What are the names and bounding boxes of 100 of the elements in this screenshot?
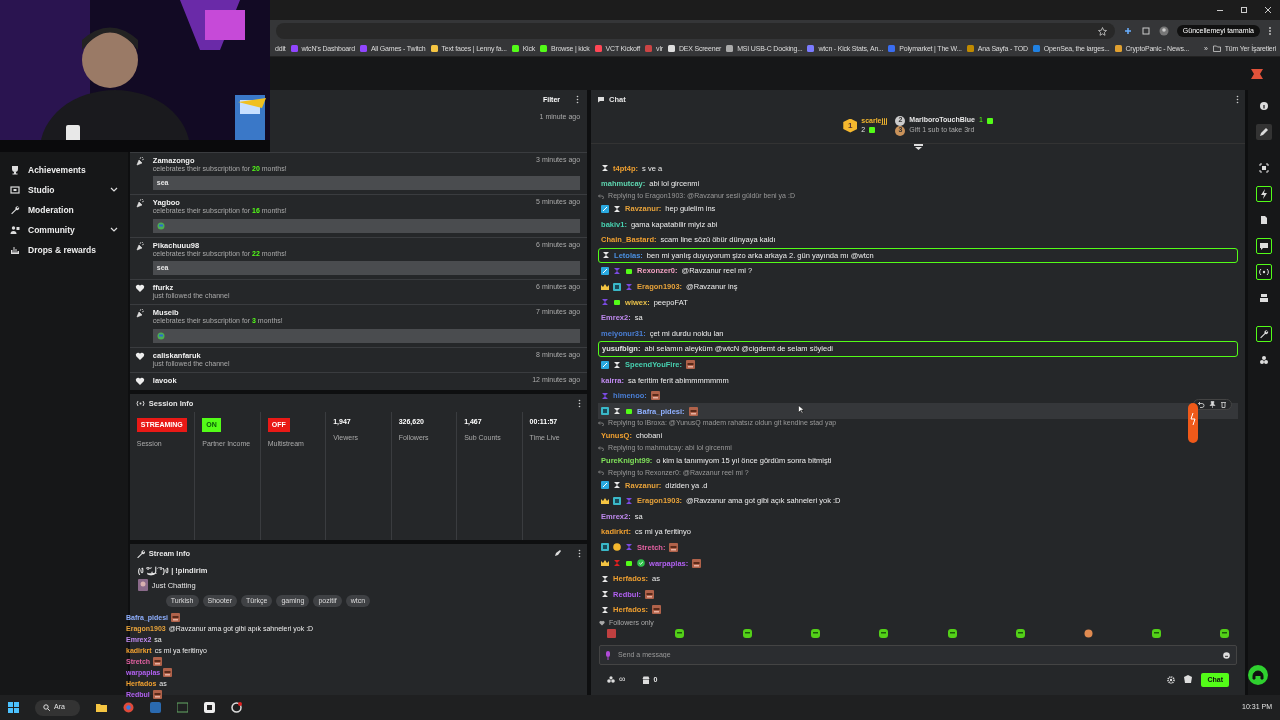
studio-icon <box>10 185 20 195</box>
kebab-icon[interactable] <box>1268 26 1272 36</box>
party-popper-icon <box>134 198 145 209</box>
broadcast-icon[interactable] <box>1256 264 1272 280</box>
bolt-icon[interactable] <box>1256 186 1272 202</box>
terminal-icon[interactable] <box>177 702 188 713</box>
pencil-icon[interactable] <box>554 549 563 557</box>
wrench-icon[interactable] <box>1256 326 1272 342</box>
sidebar-item[interactable]: Moderation <box>0 200 128 220</box>
sidebar-item[interactable]: Achievements <box>0 160 128 180</box>
favicon-icon <box>1114 45 1122 53</box>
favicon-icon <box>594 45 602 53</box>
heart-icon <box>134 283 145 294</box>
favicon-icon <box>807 45 815 53</box>
favicon-icon <box>667 45 675 53</box>
points-button[interactable]: ∞ <box>607 674 626 686</box>
app-icon[interactable] <box>204 702 215 713</box>
gift-icon <box>625 407 634 416</box>
settings-icon[interactable] <box>1167 675 1176 684</box>
avatar-icon[interactable] <box>1158 26 1169 36</box>
sidebar-item[interactable]: Community <box>0 220 128 240</box>
sidebar-item[interactable]: Studio <box>0 180 128 200</box>
party-popper-icon <box>134 308 145 319</box>
emote-icon[interactable] <box>1083 628 1093 638</box>
favicon-icon <box>966 45 974 53</box>
chat-icon <box>597 95 606 103</box>
emote-icon[interactable] <box>743 628 753 638</box>
crown-icon <box>601 496 610 505</box>
emote-icon[interactable] <box>947 628 957 638</box>
emote-icon[interactable] <box>675 628 685 638</box>
reply-icon <box>598 421 605 427</box>
screen-icon[interactable] <box>1256 160 1272 176</box>
folder-icon[interactable] <box>96 702 107 713</box>
heart-icon <box>599 620 606 627</box>
favicon-icon <box>1032 45 1040 53</box>
hourglass-icon <box>613 360 622 369</box>
party-popper-icon <box>134 240 145 251</box>
gift-icon <box>613 298 622 307</box>
favicon-icon <box>726 45 734 53</box>
star-icon[interactable] <box>1097 26 1107 36</box>
wrench-icon <box>135 548 145 558</box>
hourglass-icon <box>601 164 610 173</box>
microphone-icon[interactable] <box>605 650 612 660</box>
capsule-drawing <box>1187 403 1199 443</box>
crown-icon <box>601 282 610 291</box>
emoji-icon[interactable] <box>1223 651 1231 659</box>
favicon-icon <box>888 45 896 53</box>
trophy-icon <box>10 165 20 175</box>
store-icon <box>641 675 650 684</box>
undo-icon[interactable] <box>1198 401 1206 409</box>
browser-icon[interactable] <box>123 702 134 713</box>
folder-icon <box>1212 45 1221 53</box>
emote-icon[interactable] <box>1151 628 1161 638</box>
points-value: ∞ <box>619 674 626 686</box>
maximize-icon[interactable] <box>1240 6 1248 14</box>
diamond-icon <box>601 407 610 416</box>
people-icon <box>10 225 20 235</box>
reply-icon <box>598 193 605 199</box>
hourglass-icon <box>601 298 610 307</box>
app-icon[interactable] <box>231 702 242 713</box>
favicon-icon <box>511 45 519 53</box>
favicon-icon <box>645 45 653 53</box>
extension-icon[interactable] <box>1122 26 1133 36</box>
category-thumbnail-icon <box>137 579 148 591</box>
emote-icon[interactable] <box>1015 628 1025 638</box>
emote-icon[interactable] <box>811 628 821 638</box>
cursor-icon <box>798 405 804 414</box>
drops-icon <box>10 245 20 255</box>
party-popper-icon <box>134 155 145 166</box>
pencil-icon[interactable] <box>1256 124 1272 140</box>
gift-icon <box>625 559 634 568</box>
favicon-icon <box>430 45 438 53</box>
gift-icon <box>625 266 634 275</box>
diamond-icon <box>613 282 622 291</box>
chat-icon[interactable] <box>1256 238 1272 254</box>
reply-icon <box>598 470 605 476</box>
crown-icon <box>601 559 610 568</box>
search-icon <box>43 704 50 711</box>
headset-icon[interactable] <box>1248 665 1268 685</box>
scroll-down-icon[interactable] <box>914 144 924 150</box>
broadcast-icon <box>135 399 145 407</box>
sidebar-item[interactable]: Drops & rewards <box>0 240 128 260</box>
close-icon[interactable] <box>1264 6 1272 14</box>
emote-icon[interactable] <box>1219 628 1229 638</box>
hourglass-icon <box>613 204 622 213</box>
trash-icon[interactable] <box>1220 401 1228 409</box>
pin-icon[interactable] <box>1209 401 1217 409</box>
favicon-icon <box>290 45 298 53</box>
emote-icon[interactable] <box>879 628 889 638</box>
diamond-icon <box>613 496 622 505</box>
puzzle-icon[interactable] <box>1140 26 1151 36</box>
nodes-icon <box>607 676 616 684</box>
gift-icon <box>869 126 876 133</box>
wrench-icon <box>10 205 20 215</box>
heart-icon <box>134 376 145 387</box>
favicon-icon <box>540 45 548 53</box>
rank-badge: 1 <box>843 118 858 133</box>
reply-icon <box>598 445 605 451</box>
windows-icon[interactable] <box>8 702 19 713</box>
logo-icon[interactable] <box>1250 67 1264 80</box>
